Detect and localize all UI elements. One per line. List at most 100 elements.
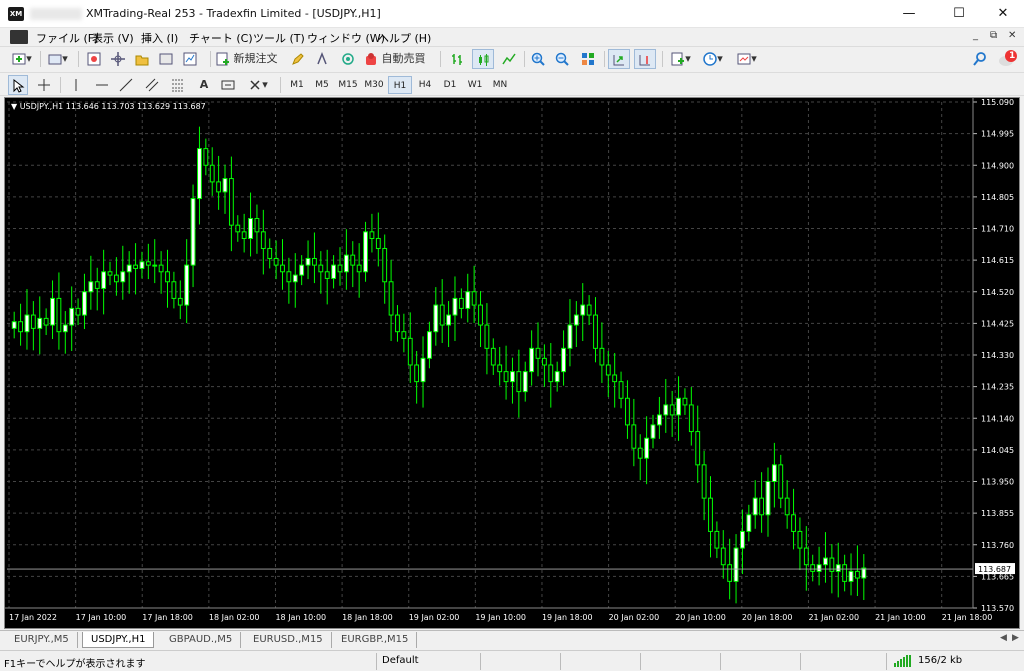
timeframe-mn[interactable]: MN <box>488 76 512 94</box>
status-bar: F1キーでヘルプが表示されます Default 156/2 kb <box>0 650 1024 671</box>
trendline-tool[interactable] <box>116 75 136 95</box>
tab-usdjpy-h1[interactable]: USDJPY.,H1 <box>82 632 155 648</box>
close-button[interactable]: ✕ <box>980 0 1024 28</box>
profiles-button[interactable]: ▾ <box>44 49 72 69</box>
candle-body <box>522 371 528 393</box>
candle-body <box>625 397 630 426</box>
y-tick-label: 114.615 <box>981 256 1014 265</box>
x-tick-label: 21 Jan 18:00 <box>942 613 993 622</box>
candle-body <box>855 570 860 579</box>
timeframe-h4[interactable]: H4 <box>413 76 437 94</box>
chart-shift-button[interactable] <box>634 49 656 69</box>
minimize-button[interactable]: — <box>886 0 932 28</box>
terminal-button[interactable] <box>156 49 176 69</box>
menu-view[interactable]: 表示 (V) <box>92 30 134 46</box>
candle-body <box>810 564 816 572</box>
candle-body <box>427 331 432 359</box>
new-chart-button[interactable]: ▾ <box>8 49 36 69</box>
arrows-tool[interactable]: ▾ <box>244 75 272 95</box>
candlestick-chart[interactable]: 115.090 114.995 114.900 114.805 114.710 114.6… <box>5 98 1019 628</box>
mdi-restore-button[interactable]: ⧉ <box>990 30 997 41</box>
tab-eurgbp-m15[interactable]: EURGBP.,M15 <box>333 632 418 648</box>
candle-body <box>529 347 535 373</box>
metaeditor-button[interactable] <box>288 49 308 69</box>
menu-chart[interactable]: チャート (C) <box>189 30 253 46</box>
candle-body <box>650 424 656 439</box>
timeframe-m30[interactable]: M30 <box>362 76 386 94</box>
chart-menu-triangle-icon[interactable]: ▼ <box>11 102 17 111</box>
maximize-button[interactable]: ☐ <box>936 0 982 28</box>
candle-body <box>113 274 119 283</box>
data-window-button[interactable] <box>108 49 128 69</box>
y-tick-label: 114.710 <box>981 225 1014 234</box>
notifications-button[interactable]: 1 <box>996 49 1020 69</box>
candle-body <box>184 264 190 306</box>
horizontal-line-tool[interactable] <box>92 75 112 95</box>
mdi-minimize-button[interactable]: _ <box>973 30 978 41</box>
menu-insert[interactable]: 挿入 (I) <box>141 30 178 46</box>
zoom-out-button[interactable] <box>552 49 572 69</box>
vertical-line-tool[interactable] <box>66 75 86 95</box>
channel-tool[interactable] <box>142 75 162 95</box>
candle-body <box>280 264 285 273</box>
candle-body <box>535 347 541 359</box>
x-tick-label: 20 Jan 10:00 <box>675 613 726 622</box>
candle-body <box>145 261 151 266</box>
fibonacci-icon <box>172 79 184 92</box>
candle-body <box>618 381 624 399</box>
signals-button[interactable] <box>312 49 332 69</box>
navigator-button[interactable] <box>132 49 152 69</box>
cursor-tool[interactable] <box>8 75 28 95</box>
candle-body <box>331 264 337 279</box>
x-tick-label: 20 Jan 18:00 <box>742 613 793 622</box>
candle-body <box>222 178 228 193</box>
menu-tools[interactable]: ツール (T) <box>253 30 305 46</box>
text-tool[interactable]: A <box>194 75 214 95</box>
candle-body <box>216 181 222 193</box>
timeframe-m5[interactable]: M5 <box>310 76 334 94</box>
zoom-in-button[interactable] <box>528 49 548 69</box>
timeframe-m1[interactable]: M1 <box>285 76 309 94</box>
candle-body <box>740 530 745 549</box>
tabs-scroll-left-icon[interactable]: ◀ <box>1000 633 1007 643</box>
tester-button[interactable] <box>180 49 200 69</box>
chart-window[interactable]: 115.090 114.995 114.900 114.805 114.710 114.6… <box>4 97 1020 629</box>
candlestick-button[interactable] <box>472 49 494 69</box>
mdi-close-button[interactable]: ✕ <box>1008 30 1016 41</box>
candle-body <box>516 371 522 393</box>
menu-file[interactable]: ファイル (F) <box>36 30 98 46</box>
periods-button[interactable]: ▾ <box>700 49 726 69</box>
window-title: XMTrading-Real 253 - Tradexfin Limited -… <box>86 7 381 20</box>
tile-windows-button[interactable] <box>578 49 598 69</box>
new-order-button[interactable]: 新規注文 <box>216 49 282 69</box>
tab-eurjpy-m5[interactable]: EURJPY.,M5 <box>6 632 78 648</box>
chat-bubble-icon <box>999 50 1017 66</box>
candle-body <box>197 148 202 200</box>
text-label-tool[interactable] <box>218 75 238 95</box>
menu-window[interactable]: ウィンドウ (W) <box>307 30 385 46</box>
market-button[interactable] <box>338 49 358 69</box>
autoscroll-button[interactable] <box>608 49 630 69</box>
templates-button[interactable]: ▾ <box>734 49 760 69</box>
tab-eurusd-m15[interactable]: EURUSD.,M15 <box>245 632 332 648</box>
autotrading-button[interactable]: 自動売買 <box>364 49 434 69</box>
tabs-scroll-right-icon[interactable]: ▶ <box>1012 633 1019 643</box>
search-button[interactable] <box>970 49 990 69</box>
line-chart-button[interactable] <box>498 49 520 69</box>
timeframe-w1[interactable]: W1 <box>463 76 487 94</box>
timeframe-d1[interactable]: D1 <box>438 76 462 94</box>
menu-bar: ファイル (F) 表示 (V) 挿入 (I) チャート (C) ツール (T) … <box>0 28 1024 46</box>
x-tick-label: 18 Jan 18:00 <box>342 613 393 622</box>
candle-body <box>676 397 681 416</box>
tab-gbpaud-m5[interactable]: GBPAUD.,M5 <box>161 632 242 648</box>
candle-body <box>56 297 62 333</box>
fibonacci-tool[interactable] <box>168 75 188 95</box>
crosshair-tool[interactable] <box>34 75 54 95</box>
timeframe-h1[interactable]: H1 <box>388 76 412 94</box>
menu-help[interactable]: ヘルプ (H) <box>378 30 431 46</box>
candle-body <box>465 291 471 309</box>
indicators-button[interactable]: ▾ <box>668 49 694 69</box>
market-watch-button[interactable] <box>84 49 104 69</box>
bar-chart-button[interactable] <box>446 49 468 69</box>
timeframe-m15[interactable]: M15 <box>336 76 360 94</box>
